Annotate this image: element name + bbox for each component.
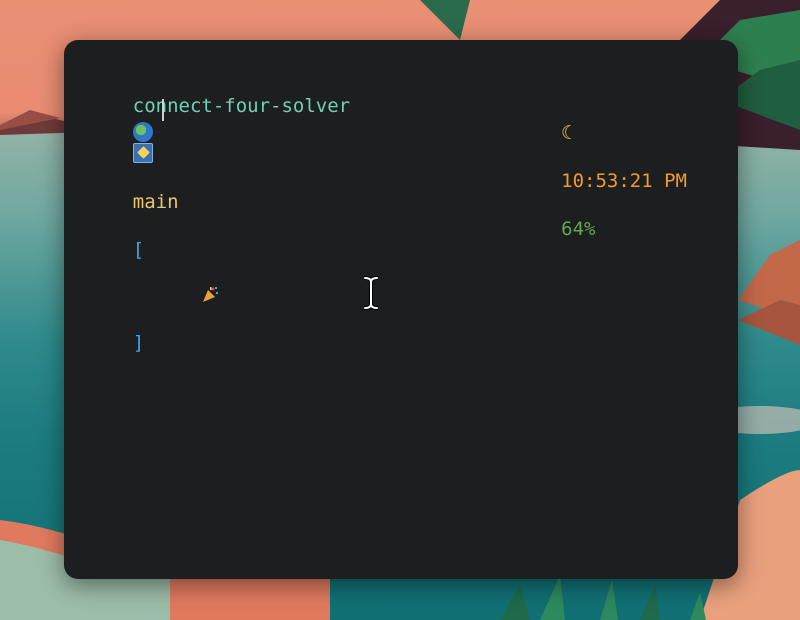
clock-time: 10:53:21 PM xyxy=(561,170,687,192)
right-status: ☾ 10:53:21 PM 64% xyxy=(493,97,687,265)
git-status-close-bracket: ] xyxy=(132,332,145,354)
terminal-window[interactable]: connect-four-solver main [ ] ☾ 10:53:21 … xyxy=(64,40,738,579)
git-status-open-bracket: [ xyxy=(132,239,145,261)
battery-level: 64% xyxy=(561,218,596,240)
party-popper-icon xyxy=(133,262,219,302)
ibeam-cursor-icon xyxy=(364,276,378,310)
globe-icon xyxy=(132,122,153,142)
text-cursor xyxy=(162,99,164,121)
moon-icon: ☾ xyxy=(561,122,573,144)
input-line[interactable]: ☾ 10:53:21 PM 64% xyxy=(87,97,687,240)
